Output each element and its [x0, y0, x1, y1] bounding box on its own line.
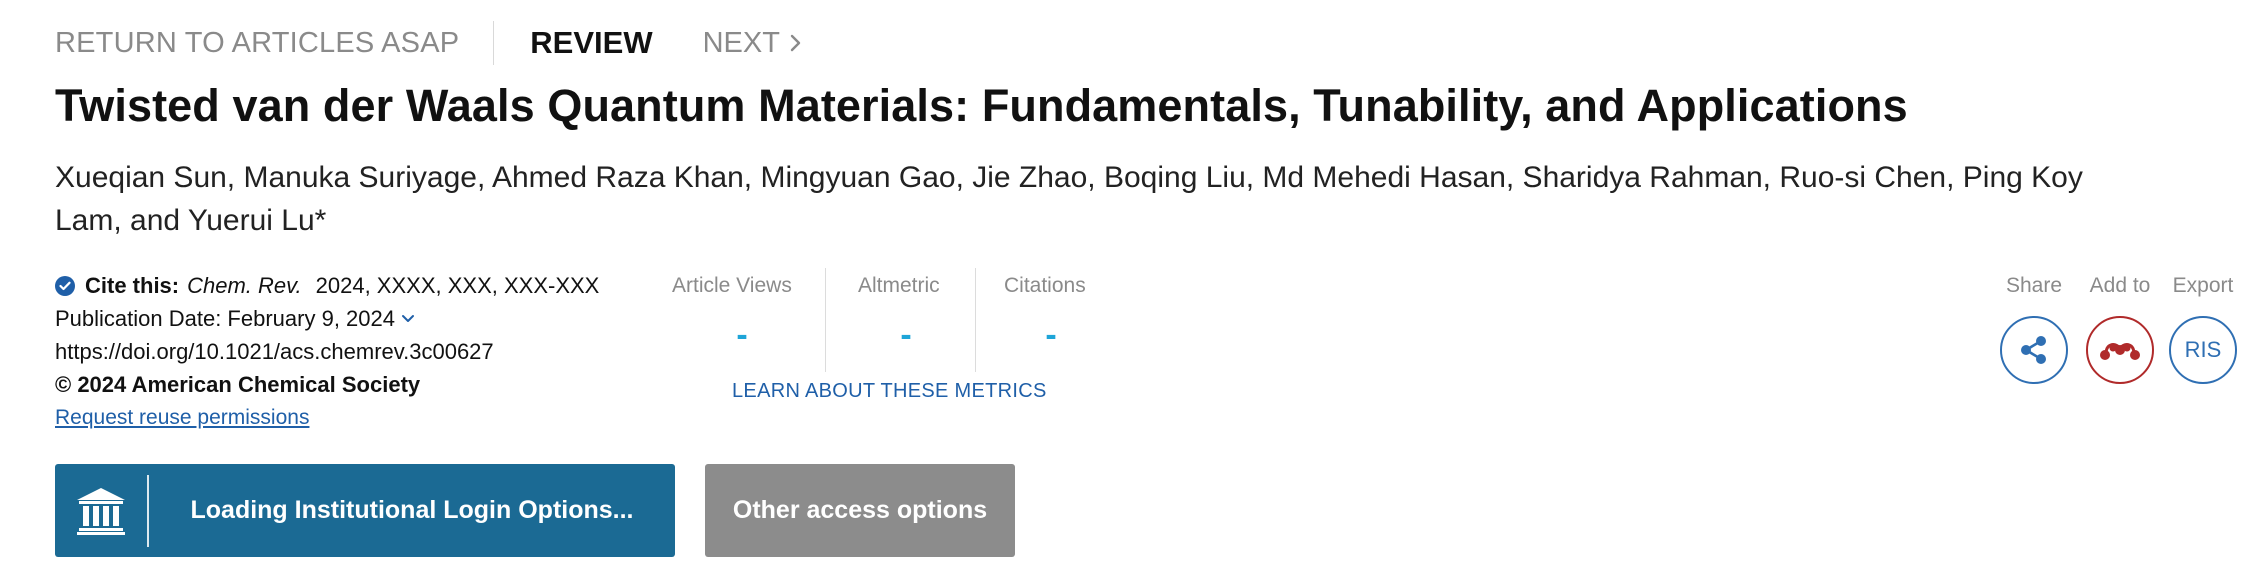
return-to-articles-link[interactable]: RETURN TO ARTICLES ASAP	[55, 27, 459, 60]
institutional-login-label: Loading Institutional Login Options...	[190, 496, 634, 524]
author-list[interactable]: Xueqian Sun, Manuka Suriyage, Ahmed Raza…	[55, 156, 2135, 242]
ris-label: RIS	[2184, 337, 2222, 362]
metric-value: -	[900, 316, 912, 354]
learn-about-metrics-link[interactable]: LEARN ABOUT THESE METRICS	[732, 380, 1047, 403]
institutional-login-button[interactable]: Loading Institutional Login Options...	[55, 464, 675, 557]
metric-divider	[825, 268, 826, 372]
current-section-label: REVIEW	[530, 25, 653, 60]
add-to-label: Add to	[2089, 274, 2151, 297]
publication-date: Publication Date: February 9, 2024	[55, 306, 395, 331]
export-label: Export	[2172, 274, 2234, 297]
metric-altmetric: Altmetric -	[858, 268, 954, 372]
journal-name: Chem. Rev.	[187, 273, 302, 298]
other-access-options-button[interactable]: Other access options	[705, 464, 1015, 557]
add-to-tool: Add to	[2080, 268, 2160, 384]
citation-info: Cite this: Chem. Rev. 2024, XXXX, XXX, X…	[55, 270, 599, 434]
metric-divider	[975, 268, 976, 372]
copyright-row: © 2024 American Chemical Society	[55, 369, 599, 401]
cite-this-row: Cite this: Chem. Rev. 2024, XXXX, XXX, X…	[55, 270, 599, 302]
reuse-row: Request reuse permissions	[55, 402, 599, 434]
nav-divider	[493, 21, 495, 65]
institution-icon-wrapper	[55, 464, 147, 557]
next-label: NEXT	[702, 26, 780, 59]
mendeley-icon	[2100, 343, 2140, 360]
export-ris-button[interactable]: RIS	[2169, 316, 2237, 384]
citation-details: 2024, XXXX, XXX, XXX-XXX	[315, 273, 600, 298]
metric-label: Altmetric	[858, 274, 940, 297]
metric-value: -	[1045, 316, 1057, 354]
request-reuse-permissions-link[interactable]: Request reuse permissions	[55, 406, 309, 430]
metric-value: -	[736, 316, 748, 354]
metric-label: Citations	[1004, 274, 1086, 297]
institution-icon	[77, 487, 125, 535]
doi-link[interactable]: https://doi.org/10.1021/acs.chemrev.3c00…	[55, 339, 494, 365]
doi-row: https://doi.org/10.1021/acs.chemrev.3c00…	[55, 336, 599, 368]
article-nav: RETURN TO ARTICLES ASAP REVIEW NEXT	[55, 20, 802, 66]
share-icon	[2021, 336, 2046, 364]
metric-article-views: Article Views -	[672, 268, 812, 372]
share-button[interactable]	[2000, 316, 2068, 384]
article-title: Twisted van der Waals Quantum Materials:…	[55, 80, 1908, 131]
metric-label: Article Views	[672, 274, 792, 297]
cite-this-label: Cite this:	[85, 273, 180, 298]
export-tool: Export RIS	[2164, 268, 2242, 384]
add-to-mendeley-button[interactable]	[2086, 316, 2154, 384]
metric-citations: Citations -	[1004, 268, 1098, 372]
check-circle-icon	[55, 276, 75, 296]
chevron-down-icon	[401, 315, 414, 322]
chevron-right-icon	[790, 34, 801, 52]
publication-date-toggle[interactable]: Publication Date: February 9, 2024	[55, 303, 599, 335]
copyright-notice: © 2024 American Chemical Society	[55, 372, 421, 397]
share-tool: Share	[1996, 268, 2072, 384]
next-article-link[interactable]: NEXT	[703, 27, 802, 60]
share-label: Share	[2005, 274, 2063, 297]
